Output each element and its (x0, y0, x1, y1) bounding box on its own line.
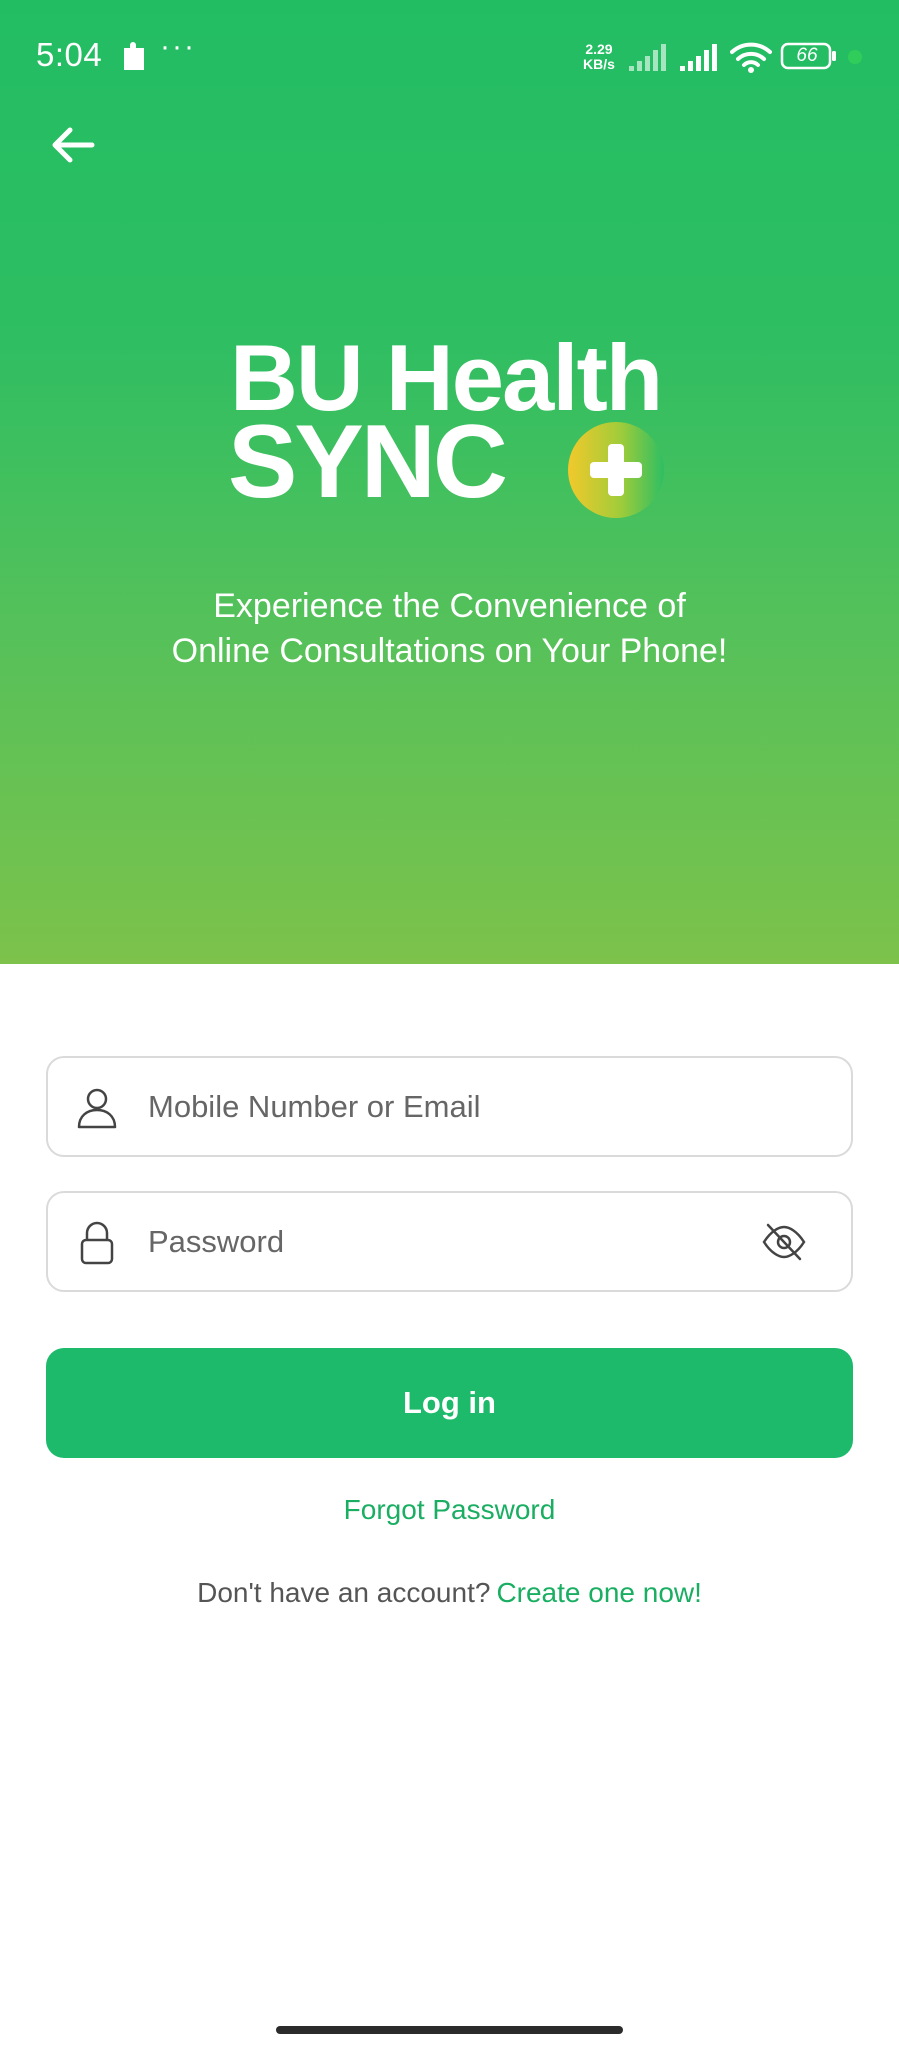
password-input[interactable] (148, 1193, 748, 1290)
home-indicator[interactable] (276, 2026, 623, 2034)
wifi-icon (730, 42, 772, 73)
forgot-password-link[interactable]: Forgot Password (0, 1494, 899, 1526)
medical-plus-icon (568, 422, 664, 518)
signal-sim1-icon (629, 44, 666, 71)
password-field[interactable] (46, 1191, 853, 1292)
lock-icon (80, 1221, 114, 1265)
network-speed-unit: KB/s (583, 56, 615, 72)
app-logo: BU Health SYNC (228, 328, 668, 518)
tagline-line1: Experience the Convenience of (213, 587, 686, 625)
create-account-link[interactable]: Create one now! (496, 1577, 701, 1608)
more-notifications-icon: ··· (160, 30, 196, 63)
signup-prompt: Don't have an account? (197, 1577, 491, 1608)
battery-level: 66 (796, 45, 818, 66)
network-speed: 2.29 KB/s (583, 42, 615, 72)
eye-off-icon[interactable] (761, 1221, 807, 1263)
tagline-line2: Online Consultations on Your Phone! (171, 632, 728, 670)
back-arrow-icon[interactable] (40, 116, 106, 174)
user-icon (77, 1088, 117, 1129)
tagline: Experience the Convenience of Online Con… (0, 584, 899, 674)
email-field[interactable] (46, 1056, 853, 1157)
signup-row: Don't have an account? Create one now! (0, 1577, 899, 1609)
login-button[interactable]: Log in (46, 1348, 853, 1458)
email-input[interactable] (148, 1058, 748, 1155)
network-speed-value: 2.29 (585, 41, 613, 57)
signal-sim2-icon (680, 44, 717, 71)
status-time: 5:04 (36, 36, 103, 73)
notification-app-icon (124, 42, 144, 70)
privacy-indicator-icon (848, 50, 862, 64)
status-bar: 5:04 ··· 2.29 KB/s 66 (0, 0, 899, 112)
logo-subtitle: SYNC (228, 404, 508, 520)
